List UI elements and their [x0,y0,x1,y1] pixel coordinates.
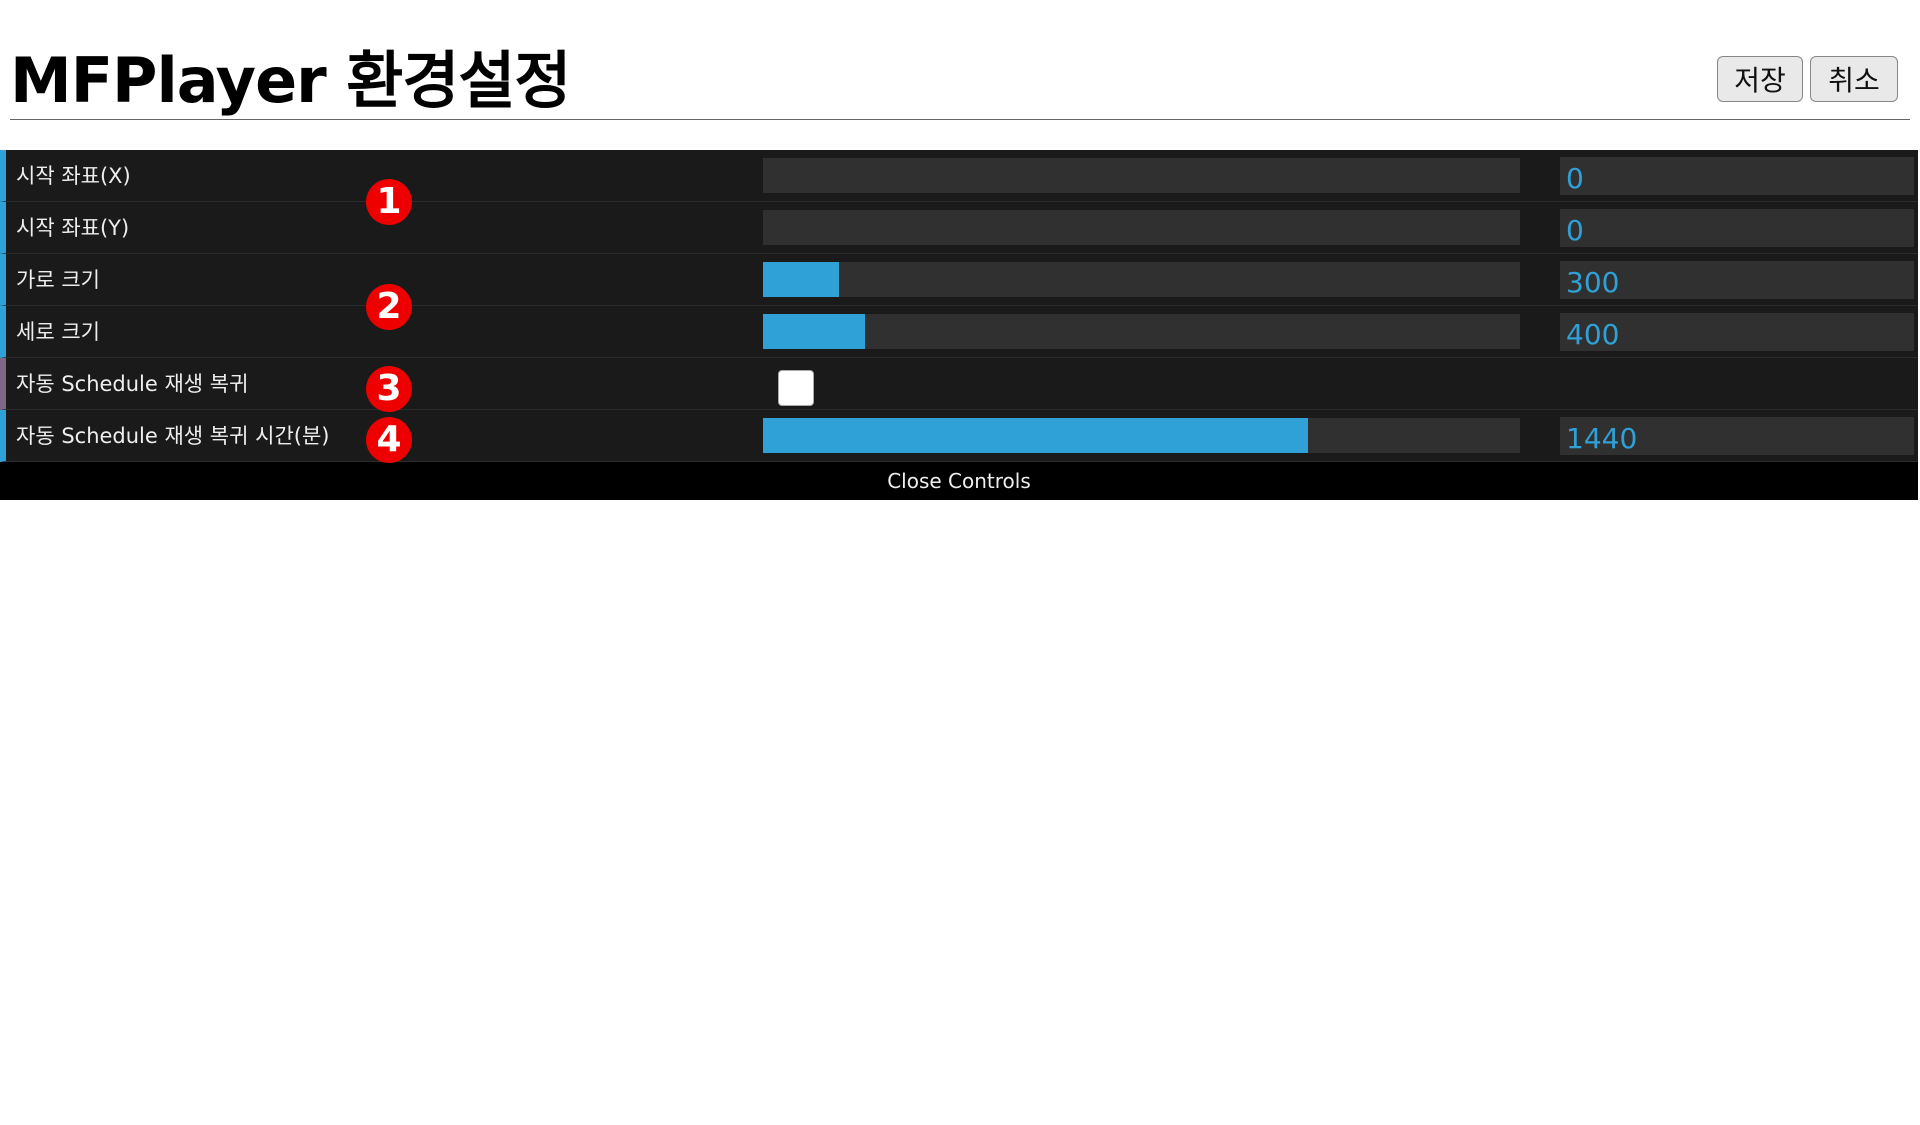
control-row-width: 가로 크기 [0,254,1918,306]
start-x-input[interactable] [1560,157,1914,195]
height-input[interactable] [1560,313,1914,351]
save-button[interactable]: 저장 [1717,56,1803,102]
slider-fill [763,314,866,349]
annotation-marker-3: 3 [366,366,412,412]
start-y-input[interactable] [1560,209,1914,247]
page-title: MFPlayer 환경설정 [10,44,571,117]
control-row-auto-resume: 자동 Schedule 재생 복귀 [0,358,1918,410]
slider-fill [763,418,1309,453]
control-row-start-y: 시작 좌표(Y) [0,202,1918,254]
control-label: 시작 좌표(X) [16,164,131,188]
height-slider[interactable] [763,314,1520,349]
controls-panel: 시작 좌표(X) 시작 좌표(Y) 가로 크기 세로 크기 자동 Schedul… [0,150,1918,500]
control-label: 자동 Schedule 재생 복귀 시간(분) [16,424,330,448]
control-label: 가로 크기 [16,268,100,292]
annotation-marker-4: 4 [366,417,412,463]
close-controls-button[interactable]: Close Controls [0,462,1918,500]
page-header: MFPlayer 환경설정 [10,0,1910,120]
auto-resume-checkbox[interactable] [778,370,814,406]
auto-resume-time-input[interactable] [1560,417,1914,455]
control-row-start-x: 시작 좌표(X) [0,150,1918,202]
annotation-marker-1: 1 [366,179,412,225]
annotation-marker-2: 2 [366,284,412,330]
auto-resume-time-slider[interactable] [763,418,1520,453]
width-input[interactable] [1560,261,1914,299]
width-slider[interactable] [763,262,1520,297]
control-label: 자동 Schedule 재생 복귀 [16,372,249,396]
slider-fill [763,262,839,297]
cancel-button[interactable]: 취소 [1810,56,1898,102]
start-x-slider[interactable] [763,158,1520,193]
control-row-auto-resume-time: 자동 Schedule 재생 복귀 시간(분) [0,410,1918,462]
control-label: 시작 좌표(Y) [16,216,130,240]
control-label: 세로 크기 [16,320,100,344]
control-row-height: 세로 크기 [0,306,1918,358]
start-y-slider[interactable] [763,210,1520,245]
